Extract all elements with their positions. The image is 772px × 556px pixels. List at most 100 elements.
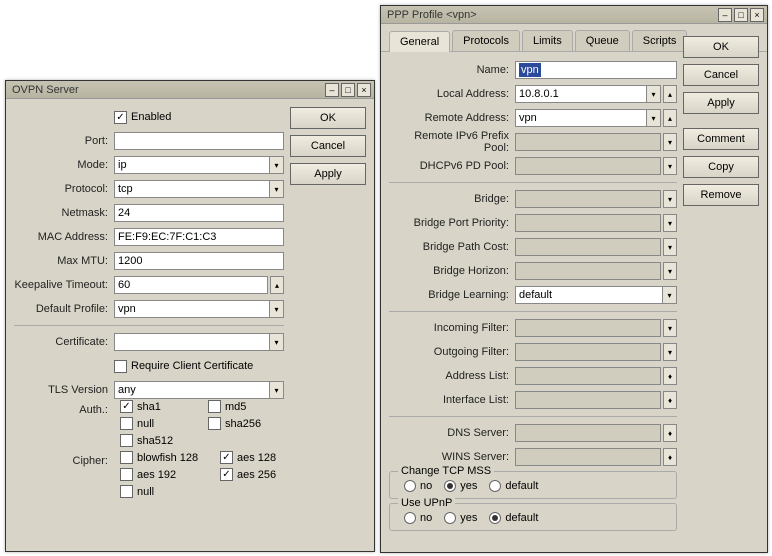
auth-md5-checkbox[interactable]: [208, 400, 221, 413]
dns-server-input[interactable]: [515, 424, 661, 442]
close-icon[interactable]: ×: [357, 83, 371, 97]
cert-input[interactable]: [114, 333, 270, 351]
name-input[interactable]: vpn: [515, 61, 677, 79]
upnp-default-radio[interactable]: [489, 512, 501, 524]
bridge-learning-label: Bridge Learning:: [389, 289, 515, 301]
tab-general[interactable]: General: [389, 31, 450, 52]
dns-server-label: DNS Server:: [389, 427, 515, 439]
chevron-down-icon[interactable]: ▾: [270, 381, 284, 399]
mac-input[interactable]: FE:F9:EC:7F:C1:C3: [114, 228, 284, 246]
tcp-mss-legend: Change TCP MSS: [398, 465, 494, 477]
ok-button[interactable]: OK: [683, 36, 759, 58]
bridge-label: Bridge:: [389, 193, 515, 205]
triangle-down-icon[interactable]: ▾: [663, 190, 677, 208]
local-address-input[interactable]: 10.8.0.1: [515, 85, 647, 103]
comment-button[interactable]: Comment: [683, 128, 759, 150]
remove-button[interactable]: Remove: [683, 184, 759, 206]
bridge-learning-input[interactable]: default: [515, 286, 663, 304]
prefix-pool-input[interactable]: [515, 133, 661, 151]
chevron-down-icon[interactable]: ▾: [270, 156, 284, 174]
maximize-icon[interactable]: □: [341, 83, 355, 97]
updown-icon[interactable]: ♦: [663, 424, 677, 442]
chevron-down-icon[interactable]: ▾: [270, 300, 284, 318]
minimize-icon[interactable]: –: [325, 83, 339, 97]
interface-list-input[interactable]: [515, 391, 661, 409]
triangle-up-icon[interactable]: ▴: [663, 109, 677, 127]
triangle-down-icon[interactable]: ▾: [663, 157, 677, 175]
bridge-horizon-input[interactable]: [515, 262, 661, 280]
cipher-blowfish-checkbox[interactable]: [120, 451, 133, 464]
enabled-label: Enabled: [131, 111, 171, 123]
cipher-aes128-checkbox[interactable]: [220, 451, 233, 464]
triangle-down-icon[interactable]: ▾: [663, 262, 677, 280]
chevron-down-icon[interactable]: ▾: [647, 109, 661, 127]
chevron-down-icon[interactable]: ▾: [270, 180, 284, 198]
cipher-aes256-checkbox[interactable]: [220, 468, 233, 481]
mode-label: Mode:: [14, 159, 114, 171]
chevron-down-icon[interactable]: ▾: [647, 85, 661, 103]
upnp-no-radio[interactable]: [404, 512, 416, 524]
tcp-mss-fieldset: Change TCP MSS no yes default: [389, 471, 677, 499]
close-icon[interactable]: ×: [750, 8, 764, 22]
keepalive-label: Keepalive Timeout:: [14, 279, 114, 291]
auth-sha512-checkbox[interactable]: [120, 434, 133, 447]
triangle-down-icon[interactable]: ▾: [663, 343, 677, 361]
mode-input[interactable]: ip: [114, 156, 270, 174]
tcpmss-yes-radio[interactable]: [444, 480, 456, 492]
tab-queue[interactable]: Queue: [575, 30, 630, 51]
triangle-down-icon[interactable]: ▾: [663, 238, 677, 256]
triangle-down-icon[interactable]: ▾: [663, 319, 677, 337]
tcpmss-no-radio[interactable]: [404, 480, 416, 492]
upnp-fieldset: Use UPnP no yes default: [389, 503, 677, 531]
profile-input[interactable]: vpn: [114, 300, 270, 318]
bridge-input[interactable]: [515, 190, 661, 208]
apply-button[interactable]: Apply: [683, 92, 759, 114]
mtu-input[interactable]: 1200: [114, 252, 284, 270]
cancel-button[interactable]: Cancel: [683, 64, 759, 86]
dhcp-pool-input[interactable]: [515, 157, 661, 175]
auth-sha1-checkbox[interactable]: [120, 400, 133, 413]
copy-button[interactable]: Copy: [683, 156, 759, 178]
minimize-icon[interactable]: –: [718, 8, 732, 22]
triangle-up-icon[interactable]: ▴: [663, 85, 677, 103]
auth-sha256-checkbox[interactable]: [208, 417, 221, 430]
triangle-down-icon[interactable]: ▾: [663, 133, 677, 151]
outgoing-filter-input[interactable]: [515, 343, 661, 361]
cipher-aes192-checkbox[interactable]: [120, 468, 133, 481]
updown-icon[interactable]: ♦: [663, 391, 677, 409]
ok-button[interactable]: OK: [290, 107, 366, 129]
cipher-null-checkbox[interactable]: [120, 485, 133, 498]
ppp-profile-window: PPP Profile <vpn> – □ × General Protocol…: [380, 5, 768, 553]
tcpmss-default-radio[interactable]: [489, 480, 501, 492]
tls-input[interactable]: any: [114, 381, 270, 399]
bridge-path-cost-input[interactable]: [515, 238, 661, 256]
address-list-input[interactable]: [515, 367, 661, 385]
tab-protocols[interactable]: Protocols: [452, 30, 520, 51]
triangle-down-icon[interactable]: ▾: [663, 214, 677, 232]
apply-button[interactable]: Apply: [290, 163, 366, 185]
upnp-legend: Use UPnP: [398, 497, 455, 509]
upnp-yes-radio[interactable]: [444, 512, 456, 524]
updown-icon[interactable]: ♦: [663, 448, 677, 466]
require-cert-checkbox[interactable]: [114, 360, 127, 373]
maximize-icon[interactable]: □: [734, 8, 748, 22]
cancel-button[interactable]: Cancel: [290, 135, 366, 157]
tab-limits[interactable]: Limits: [522, 30, 573, 51]
triangle-up-icon[interactable]: ▴: [270, 276, 284, 294]
chevron-down-icon[interactable]: ▾: [270, 333, 284, 351]
enabled-checkbox[interactable]: [114, 111, 127, 124]
tab-scripts[interactable]: Scripts: [632, 30, 688, 51]
protocol-input[interactable]: tcp: [114, 180, 270, 198]
incoming-filter-input[interactable]: [515, 319, 661, 337]
dhcp-pool-label: DHCPv6 PD Pool:: [389, 160, 515, 172]
bridge-horizon-label: Bridge Horizon:: [389, 265, 515, 277]
keepalive-input[interactable]: 60: [114, 276, 268, 294]
chevron-down-icon[interactable]: ▾: [663, 286, 677, 304]
auth-null-checkbox[interactable]: [120, 417, 133, 430]
wins-server-input[interactable]: [515, 448, 661, 466]
netmask-input[interactable]: 24: [114, 204, 284, 222]
remote-address-input[interactable]: vpn: [515, 109, 647, 127]
port-input[interactable]: [114, 132, 284, 150]
updown-icon[interactable]: ♦: [663, 367, 677, 385]
bridge-port-priority-input[interactable]: [515, 214, 661, 232]
